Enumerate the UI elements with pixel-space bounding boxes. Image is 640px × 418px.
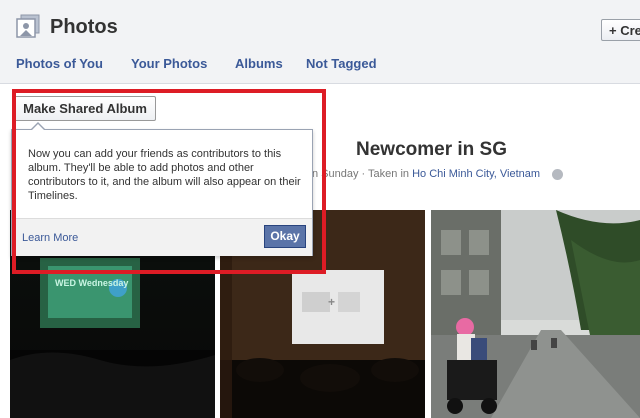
create-album-button[interactable]: + Cre [601, 19, 640, 41]
tooltip-caret-inner [31, 124, 45, 131]
okay-button[interactable]: Okay [264, 225, 306, 248]
tooltip-body: Now you can add your friends as contribu… [28, 148, 301, 202]
tab-albums[interactable]: Albums [235, 56, 283, 72]
svg-text:+: + [328, 295, 335, 309]
page-title: Photos [50, 16, 118, 38]
album-meta: n Sunday · Taken in Ho Chi Minh City, Vi… [312, 167, 540, 181]
album-location-link[interactable]: Ho Chi Minh City, Vietnam [412, 168, 540, 180]
projected-text: WED Wednesday [55, 278, 128, 288]
shared-album-tooltip: Now you can add your friends as contribu… [11, 129, 313, 256]
page-header: Photos + Cre Photos of You Your Photos A… [0, 0, 640, 84]
make-shared-album-button[interactable]: Make Shared Album [14, 96, 156, 121]
tab-not-tagged[interactable]: Not Tagged [306, 56, 377, 72]
album-photo-3[interactable] [431, 210, 640, 418]
tooltip-footer: Learn More Okay [12, 218, 312, 256]
tab-your-photos[interactable]: Your Photos [131, 56, 207, 72]
album-title: Newcomer in SG [356, 139, 507, 160]
photos-icon [16, 14, 40, 38]
tab-photos-of-you[interactable]: Photos of You [16, 56, 103, 72]
globe-icon[interactable] [552, 169, 563, 180]
album-meta-date: n Sunday · Taken in [312, 168, 413, 180]
learn-more-link[interactable]: Learn More [22, 231, 78, 245]
